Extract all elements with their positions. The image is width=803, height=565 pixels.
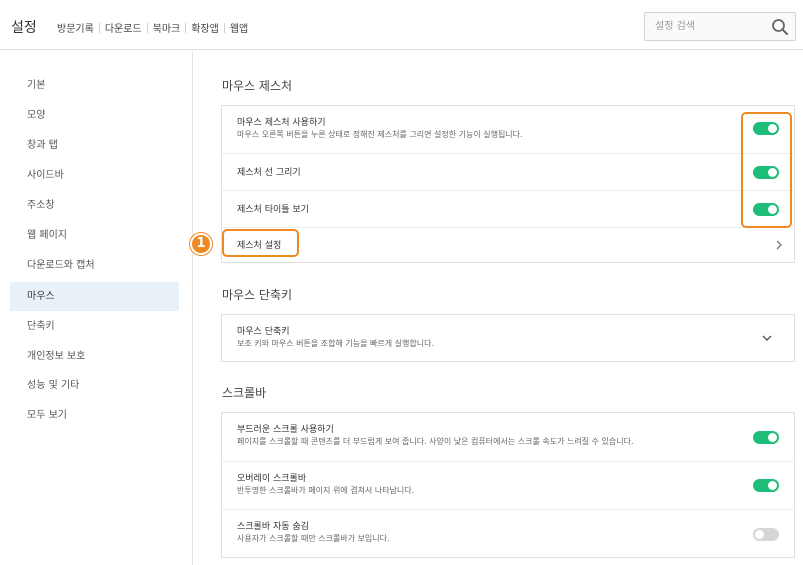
overlay-scrollbar-row: 오버레이 스크롤바 반투명한 스크롤바가 페이지 위에 겹쳐서 나타납니다. [222,462,794,510]
chevron-right-icon [776,240,782,250]
settings-search [644,12,796,41]
sidebar-item-windows-tabs[interactable]: 창과 탭 [10,131,179,160]
highlight-gesture-settings-box [222,229,299,257]
smooth-scroll-toggle[interactable] [753,431,779,444]
autohide-scrollbar-toggle[interactable] [753,528,779,541]
callout-badge: 1 [190,233,212,255]
sidebar-item-basic[interactable]: 기본 [10,71,179,100]
gesture-use-desc: 마우스 오른쪽 버튼을 누른 상태로 정해진 제스처를 그리면 설정한 기능이 … [237,130,523,139]
section-title-scroll: 스크롤바 [222,386,267,400]
smooth-scroll-row: 부드러운 스크롤 사용하기 페이지를 스크롤할 때 콘텐츠를 더 부드럽게 보여… [222,413,794,462]
top-bar: 설정 방문기록 다운로드 북마크 확장앱 웹앱 [0,0,803,50]
sidebar-item-download-capture[interactable]: 다운로드와 캡처 [10,251,179,280]
sidebar-item-performance[interactable]: 성능 및 기타 [10,371,179,400]
nav-divider [98,22,100,33]
toggle-knob [768,481,777,490]
sidebar-item-view-all[interactable]: 모두 보기 [10,401,179,430]
top-nav: 방문기록 다운로드 북마크 확장앱 웹앱 [57,20,248,35]
overlay-scrollbar-desc: 반투명한 스크롤바가 페이지 위에 겹쳐서 나타납니다. [237,486,415,495]
gesture-settings-row[interactable]: 제스처 설정 [222,228,794,263]
nav-divider [146,22,148,33]
sidebar-item-shortcuts[interactable]: 단축키 [10,312,179,341]
autohide-scrollbar-desc: 사용자가 스크롤할 때만 스크롤바가 보입니다. [237,534,390,543]
toggle-knob [755,530,764,539]
page-title: 설정 [11,20,37,36]
smooth-scroll-label: 부드러운 스크롤 사용하기 [237,425,334,435]
mouse-shortcut-desc: 보조 키와 마우스 버튼을 조합해 기능을 빠르게 실행합니다. [237,339,434,348]
gesture-use-label: 마우스 제스처 사용하기 [237,118,326,128]
nav-bookmarks[interactable]: 북마크 [153,20,181,35]
sidebar-item-privacy[interactable]: 개인정보 보호 [10,342,179,371]
sidebar-item-address-bar[interactable]: 주소창 [10,191,179,220]
nav-history[interactable]: 방문기록 [57,20,94,35]
nav-divider [223,22,225,33]
gesture-draw-row: 제스처 선 그리기 [222,154,794,191]
sidebar-item-web-page[interactable]: 웹 페이지 [10,221,179,250]
mouse-shortcut-label: 마우스 단축키 [237,327,290,337]
section-title-shortcut: 마우스 단축키 [222,288,293,302]
shortcut-panel: 마우스 단축키 보조 키와 마우스 버튼을 조합해 기능을 빠르게 실행합니다. [221,314,795,362]
sidebar-item-sidebar[interactable]: 사이드바 [10,161,179,190]
nav-downloads[interactable]: 다운로드 [105,20,142,35]
sidebar: 기본 모양 창과 탭 사이드바 주소창 웹 페이지 다운로드와 캡처 마우스 단… [0,51,193,565]
sidebar-item-appearance[interactable]: 모양 [10,101,179,130]
search-icon[interactable] [771,18,789,36]
nav-divider [185,22,187,33]
section-title-gesture: 마우스 제스처 [222,79,293,93]
highlight-toggles-box [741,112,792,228]
gesture-title-label: 제스처 타이틀 보기 [237,205,309,215]
gesture-title-row: 제스처 타이틀 보기 [222,191,794,228]
chevron-down-icon[interactable] [760,331,774,345]
sidebar-item-mouse[interactable]: 마우스 [10,282,179,311]
mouse-shortcut-row[interactable]: 마우스 단축키 보조 키와 마우스 버튼을 조합해 기능을 빠르게 실행합니다. [222,315,794,361]
smooth-scroll-desc: 페이지를 스크롤할 때 콘텐츠를 더 부드럽게 보여 줍니다. 사양이 낮은 컴… [237,437,634,446]
gesture-panel: 마우스 제스처 사용하기 마우스 오른쪽 버튼을 누른 상태로 정해진 제스처를… [221,105,795,263]
toggle-knob [768,433,777,442]
autohide-scrollbar-row: 스크롤바 자동 숨김 사용자가 스크롤할 때만 스크롤바가 보입니다. [222,510,794,558]
overlay-scrollbar-toggle[interactable] [753,479,779,492]
autohide-scrollbar-label: 스크롤바 자동 숨김 [237,522,309,532]
gesture-use-row: 마우스 제스처 사용하기 마우스 오른쪽 버튼을 누른 상태로 정해진 제스처를… [222,106,794,154]
nav-webapps[interactable]: 웹앱 [230,20,248,35]
scroll-panel: 부드러운 스크롤 사용하기 페이지를 스크롤할 때 콘텐츠를 더 부드럽게 보여… [221,412,795,558]
overlay-scrollbar-label: 오버레이 스크롤바 [237,474,307,484]
search-input[interactable] [645,13,765,40]
gesture-draw-label: 제스처 선 그리기 [237,168,301,178]
nav-extensions[interactable]: 확장앱 [191,20,219,35]
